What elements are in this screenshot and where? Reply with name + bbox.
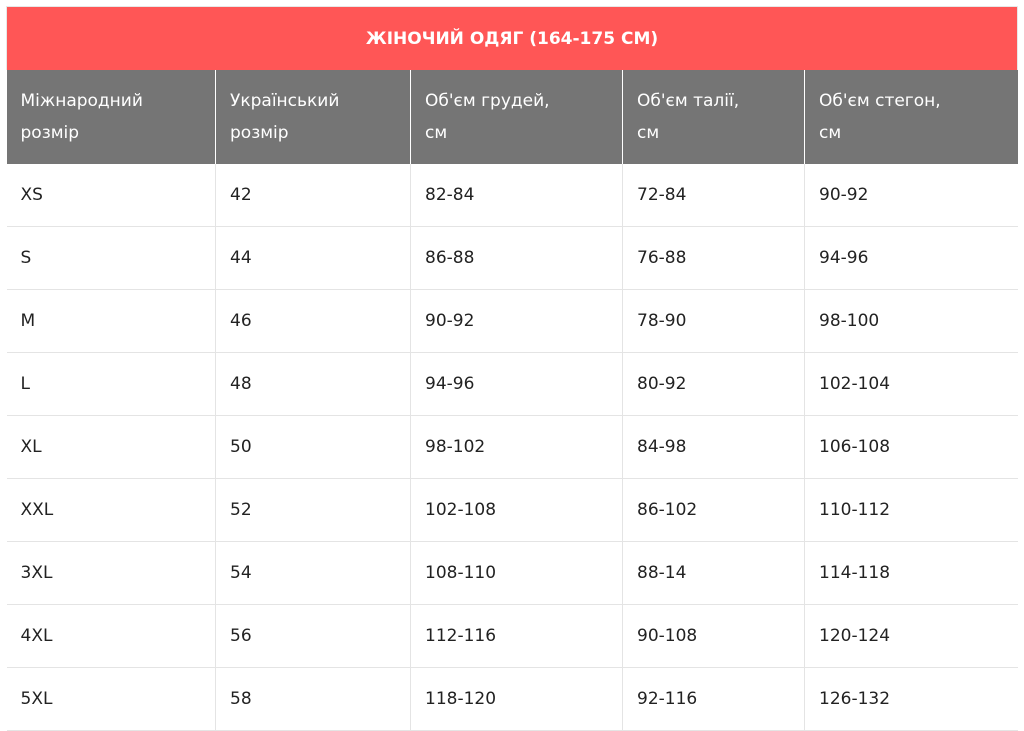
table-row: L 48 94-96 80-92 102-104 [6, 352, 1018, 416]
cell-waist: 84-98 [622, 415, 805, 479]
cell-international-size: 4XL [6, 604, 216, 668]
cell-international-size: M [6, 289, 216, 353]
cell-chest: 112-116 [410, 604, 623, 668]
cell-hips: 90-92 [803, 164, 1018, 227]
cell-hips: 102-104 [803, 352, 1018, 416]
cell-ukrainian-size: 58 [215, 667, 411, 731]
cell-ukrainian-size: 52 [215, 478, 411, 542]
cell-waist: 90-108 [622, 604, 805, 668]
cell-hips: 114-118 [803, 541, 1018, 605]
table-title: ЖІНОЧИЙ ОДЯГ (164-175 СМ) [5, 6, 1019, 70]
cell-waist: 88-14 [622, 541, 805, 605]
cell-international-size: XXL [6, 478, 216, 542]
table-row: 4XL 56 112-116 90-108 120-124 [6, 604, 1018, 668]
cell-hips: 126-132 [803, 667, 1018, 731]
cell-international-size: XS [6, 164, 216, 227]
cell-ukrainian-size: 56 [215, 604, 411, 668]
cell-hips: 110-112 [803, 478, 1018, 542]
cell-waist: 72-84 [622, 164, 805, 227]
header-hips: Об'єм стегон, см [803, 70, 1018, 164]
cell-chest: 108-110 [410, 541, 623, 605]
cell-ukrainian-size: 42 [215, 164, 411, 227]
header-ukrainian-size: Український розмір [215, 70, 411, 164]
cell-ukrainian-size: 50 [215, 415, 411, 479]
cell-hips: 94-96 [803, 226, 1018, 290]
table-row: XL 50 98-102 84-98 106-108 [6, 415, 1018, 479]
cell-ukrainian-size: 48 [215, 352, 411, 416]
header-chest: Об'єм грудей, см [410, 70, 623, 164]
header-international-size: Міжнародний розмір [6, 70, 216, 164]
cell-waist: 80-92 [622, 352, 805, 416]
cell-chest: 90-92 [410, 289, 623, 353]
cell-international-size: 3XL [6, 541, 216, 605]
table-row: 3XL 54 108-110 88-14 114-118 [6, 541, 1018, 605]
table-row: XXL 52 102-108 86-102 110-112 [6, 478, 1018, 542]
cell-chest: 82-84 [410, 164, 623, 227]
cell-chest: 94-96 [410, 352, 623, 416]
cell-ukrainian-size: 46 [215, 289, 411, 353]
cell-international-size: L [6, 352, 216, 416]
cell-waist: 86-102 [622, 478, 805, 542]
size-table: ЖІНОЧИЙ ОДЯГ (164-175 СМ) Міжнародний роз… [5, 6, 1019, 731]
cell-chest: 86-88 [410, 226, 623, 290]
cell-ukrainian-size: 44 [215, 226, 411, 290]
cell-chest: 102-108 [410, 478, 623, 542]
cell-international-size: 5XL [6, 667, 216, 731]
cell-chest: 98-102 [410, 415, 623, 479]
header-row: Міжнародний розмір Український розмір Об'є… [6, 70, 1018, 164]
cell-hips: 106-108 [803, 415, 1018, 479]
cell-chest: 118-120 [410, 667, 623, 731]
table-row: XS 42 82-84 72-84 90-92 [6, 164, 1018, 227]
cell-hips: 98-100 [803, 289, 1018, 353]
cell-waist: 92-116 [622, 667, 805, 731]
cell-ukrainian-size: 54 [215, 541, 411, 605]
cell-international-size: XL [6, 415, 216, 479]
table-row: S 44 86-88 76-88 94-96 [6, 226, 1018, 290]
header-waist: Об'єм талії, см [622, 70, 805, 164]
cell-international-size: S [6, 226, 216, 290]
size-chart: ЖІНОЧИЙ ОДЯГ (164-175 СМ) Міжнародний роз… [5, 6, 1019, 731]
table-row: M 46 90-92 78-90 98-100 [6, 289, 1018, 353]
cell-waist: 76-88 [622, 226, 805, 290]
cell-hips: 120-124 [803, 604, 1018, 668]
cell-waist: 78-90 [622, 289, 805, 353]
table-row: 5XL 58 118-120 92-116 126-132 [6, 667, 1018, 731]
